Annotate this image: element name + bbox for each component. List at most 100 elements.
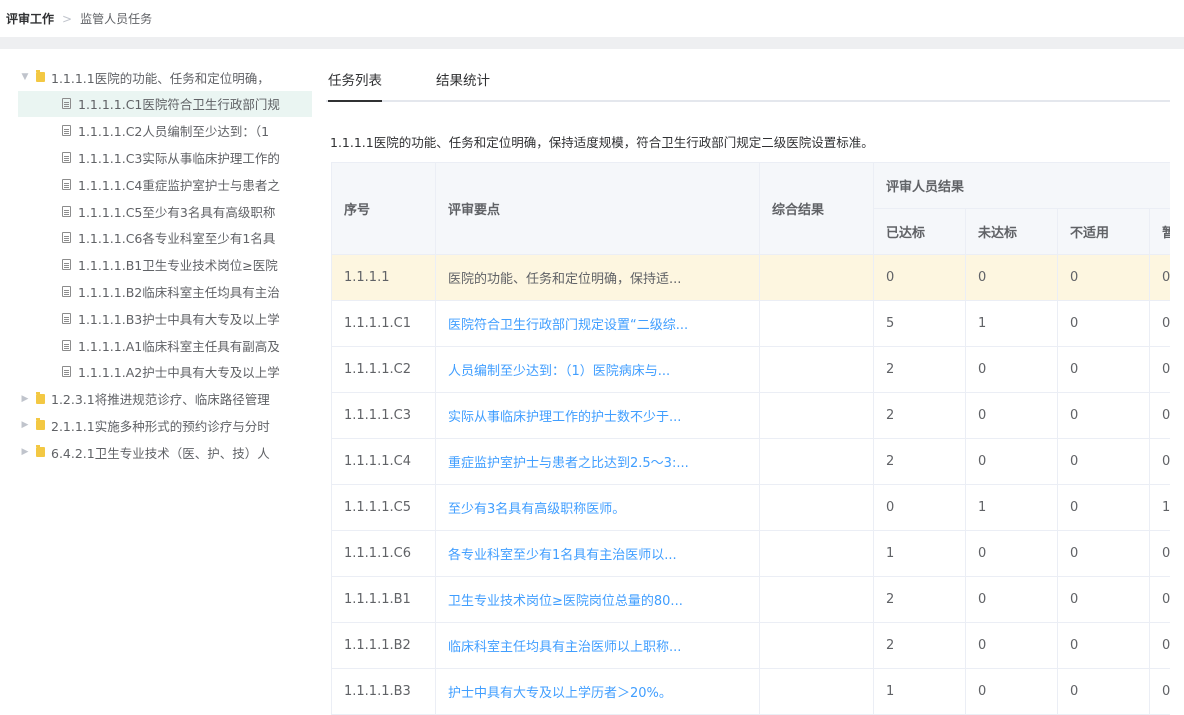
tree-node-label: 1.1.1.1.B3护士中具有大专及以上学 <box>78 311 280 327</box>
cell-not-met: 0 <box>965 392 1058 439</box>
tree-node-label: 1.1.1.1医院的功能、任务和定位明确， <box>51 70 270 86</box>
tree-node-label: 1.1.1.1.C3实际从事临床护理工作的 <box>78 150 280 166</box>
tree-node-label: 1.1.1.1.C2人员编制至少达到：（1 <box>78 124 270 140</box>
breadcrumb-root[interactable]: 评审工作 <box>6 10 54 27</box>
document-icon <box>62 366 71 378</box>
tab-result-stats[interactable]: 结果统计 <box>436 62 490 100</box>
cell-point: 实际从事临床护理工作的护士数不少于... <box>435 392 760 439</box>
cell-point: 护士中具有大专及以上学历者＞20%。 <box>435 668 760 715</box>
point-link[interactable]: 重症监护室护士与患者之比达到2.5～3:... <box>448 456 689 471</box>
document-icon <box>62 178 71 190</box>
table-row[interactable]: 1.1.1.1.B3 护士中具有大专及以上学历者＞20%。 1 0 0 0 <box>331 668 1170 715</box>
cell-point: 临床科室主任均具有主治医师以上职称... <box>435 622 760 669</box>
cell-overall <box>759 346 874 393</box>
tree-node-label: 1.1.1.1.C4重症监护室护士与患者之 <box>78 177 280 193</box>
header-overall: 综合结果 <box>759 162 874 255</box>
cell-point: 重症监护室护士与患者之比达到2.5～3:... <box>435 438 760 485</box>
document-icon <box>62 205 71 217</box>
cell-seq: 1.1.1.1.C3 <box>331 392 436 439</box>
caret-right-icon[interactable]: ▶ <box>18 420 32 430</box>
tree-node-label: 1.1.1.1.C1医院符合卫生行政部门规 <box>78 97 280 113</box>
cell-overall <box>759 254 874 301</box>
tree-node-label: 1.1.1.1.C5至少有3名具有高级职称 <box>78 204 276 220</box>
folder-icon <box>36 418 45 431</box>
tree-node-label: 1.1.1.1.C6各专业科室至少有1名具 <box>78 231 276 247</box>
table-row[interactable]: 1.1.1.1.C1 医院符合卫生行政部门规定设置“二级综... 5 1 0 0 <box>331 300 1170 347</box>
tree-node-folder[interactable]: ▶ 6.4.2.1卫生专业技术（医、护、技）人 <box>18 439 312 465</box>
cell-overall <box>759 300 874 347</box>
cell-met: 2 <box>873 346 966 393</box>
tree-node-item[interactable]: 1.1.1.1.C3实际从事临床护理工作的 <box>18 144 312 170</box>
cell-met: 2 <box>873 392 966 439</box>
tab-bar: 任务列表 结果统计 <box>326 62 1170 102</box>
tree-node-item[interactable]: 1.1.1.1.C4重症监护室护士与患者之 <box>18 171 312 197</box>
cell-point: 医院的功能、任务和定位明确，保持适... <box>435 254 760 301</box>
table-row[interactable]: 1.1.1.1.C2 人员编制至少达到：（1）医院病床与... 2 0 0 0 <box>331 346 1170 393</box>
tree-node-item[interactable]: 1.1.1.1.B3护士中具有大专及以上学 <box>18 305 312 331</box>
point-link[interactable]: 医院符合卫生行政部门规定设置“二级综... <box>448 318 688 333</box>
tree-node-label: 1.1.1.1.A2护士中具有大专及以上学 <box>78 365 280 381</box>
cell-point: 至少有3名具有高级职称医师。 <box>435 484 760 531</box>
cell-not-applicable: 0 <box>1057 576 1150 623</box>
document-icon <box>62 98 71 110</box>
task-table: 序号 评审要点 综合结果 评审人员结果 已达标 未达标 不适用 暂 1.1.1.… <box>331 162 1170 715</box>
caret-right-icon[interactable]: ▶ <box>18 394 32 404</box>
table-row[interactable]: 1.1.1.1.B1 卫生专业技术岗位≥医院岗位总量的80... 2 0 0 0 <box>331 576 1170 623</box>
cell-not-applicable: 0 <box>1057 668 1150 715</box>
point-text: 医院的功能、任务和定位明确，保持适... <box>448 272 682 287</box>
cell-seq: 1.1.1.1.C4 <box>331 438 436 485</box>
header-met: 已达标 <box>873 208 966 255</box>
table-row[interactable]: 1.1.1.1.C3 实际从事临床护理工作的护士数不少于... 2 0 0 0 <box>331 392 1170 439</box>
table-row[interactable]: 1.1.1.1.C6 各专业科室至少有1名具有主治医师以... 1 0 0 0 <box>331 530 1170 577</box>
point-link[interactable]: 护士中具有大专及以上学历者＞20%。 <box>448 686 672 701</box>
tree-node-item[interactable]: 1.1.1.1.C5至少有3名具有高级职称 <box>18 198 312 224</box>
tree-node-folder[interactable]: ▶ 1.2.3.1将推进规范诊疗、临床路径管理 <box>18 386 312 412</box>
tree-node-item[interactable]: 1.1.1.1.B2临床科室主任均具有主治 <box>18 278 312 304</box>
header-reviewer-results: 评审人员结果 <box>872 162 1170 209</box>
tree-node-item[interactable]: 1.1.1.1.B1卫生专业技术岗位≥医院 <box>18 252 312 278</box>
breadcrumb-current: 监管人员任务 <box>80 12 153 26</box>
cell-seq: 1.1.1.1.C2 <box>331 346 436 393</box>
tree-node-item[interactable]: 1.1.1.1.A1临床科室主任具有副高及 <box>18 332 312 358</box>
cell-overall <box>759 392 874 439</box>
header-point: 评审要点 <box>435 162 760 255</box>
point-link[interactable]: 卫生专业技术岗位≥医院岗位总量的80... <box>448 594 683 609</box>
header-not-met: 未达标 <box>965 208 1058 255</box>
caret-down-icon[interactable]: ▼ <box>18 72 32 82</box>
cell-pending: 0 <box>1148 438 1170 485</box>
tree-node-folder[interactable]: ▼ 1.1.1.1医院的功能、任务和定位明确， <box>18 64 312 90</box>
cell-pending: 0 <box>1148 346 1170 393</box>
table-row[interactable]: 1.1.1.1.C4 重症监护室护士与患者之比达到2.5～3:... 2 0 0 0 <box>331 438 1170 485</box>
point-link[interactable]: 各专业科室至少有1名具有主治医师以... <box>448 548 677 563</box>
tree-node-label: 1.1.1.1.B2临床科室主任均具有主治 <box>78 284 280 300</box>
cell-met: 2 <box>873 622 966 669</box>
point-link[interactable]: 实际从事临床护理工作的护士数不少于... <box>448 410 681 425</box>
cell-met: 2 <box>873 576 966 623</box>
point-link[interactable]: 至少有3名具有高级职称医师。 <box>448 502 625 517</box>
tree-node-item[interactable]: 1.1.1.1.A2护士中具有大专及以上学 <box>18 359 312 385</box>
tree-node-label: 1.1.1.1.A1临床科室主任具有副高及 <box>78 338 280 354</box>
cell-met: 1 <box>873 530 966 577</box>
table-row[interactable]: 1.1.1.1 医院的功能、任务和定位明确，保持适... 0 0 0 0 <box>331 254 1170 301</box>
folder-icon <box>36 391 45 404</box>
cell-pending: 0 <box>1148 300 1170 347</box>
tree-node-item[interactable]: 1.1.1.1.C6各专业科室至少有1名具 <box>18 225 312 251</box>
tree-node-item[interactable]: 1.1.1.1.C2人员编制至少达到：（1 <box>18 118 312 144</box>
cell-not-met: 0 <box>965 346 1058 393</box>
standards-tree: ▼ 1.1.1.1医院的功能、任务和定位明确， 1.1.1.1.C1医院符合卫生行政… <box>18 64 312 715</box>
tree-node-label: 6.4.2.1卫生专业技术（医、护、技）人 <box>51 445 270 461</box>
cell-point: 人员编制至少达到：（1）医院病床与... <box>435 346 760 393</box>
tree-node-item[interactable]: 1.1.1.1.C1医院符合卫生行政部门规 <box>18 90 312 117</box>
cell-overall <box>759 668 874 715</box>
caret-right-icon[interactable]: ▶ <box>18 447 32 457</box>
tree-node-folder[interactable]: ▶ 2.1.1.1实施多种形式的预约诊疗与分时 <box>18 412 312 438</box>
document-icon <box>62 151 71 163</box>
table-row[interactable]: 1.1.1.1.C5 至少有3名具有高级职称医师。 0 1 0 1 <box>331 484 1170 531</box>
point-link[interactable]: 人员编制至少达到：（1）医院病床与... <box>448 364 670 379</box>
table-row[interactable]: 1.1.1.1.B2 临床科室主任均具有主治医师以上职称... 2 0 0 0 <box>331 622 1170 669</box>
cell-overall <box>759 576 874 623</box>
tab-task-list[interactable]: 任务列表 <box>328 62 382 102</box>
cell-pending: 0 <box>1148 530 1170 577</box>
point-link[interactable]: 临床科室主任均具有主治医师以上职称... <box>448 640 681 655</box>
document-icon <box>62 125 71 137</box>
